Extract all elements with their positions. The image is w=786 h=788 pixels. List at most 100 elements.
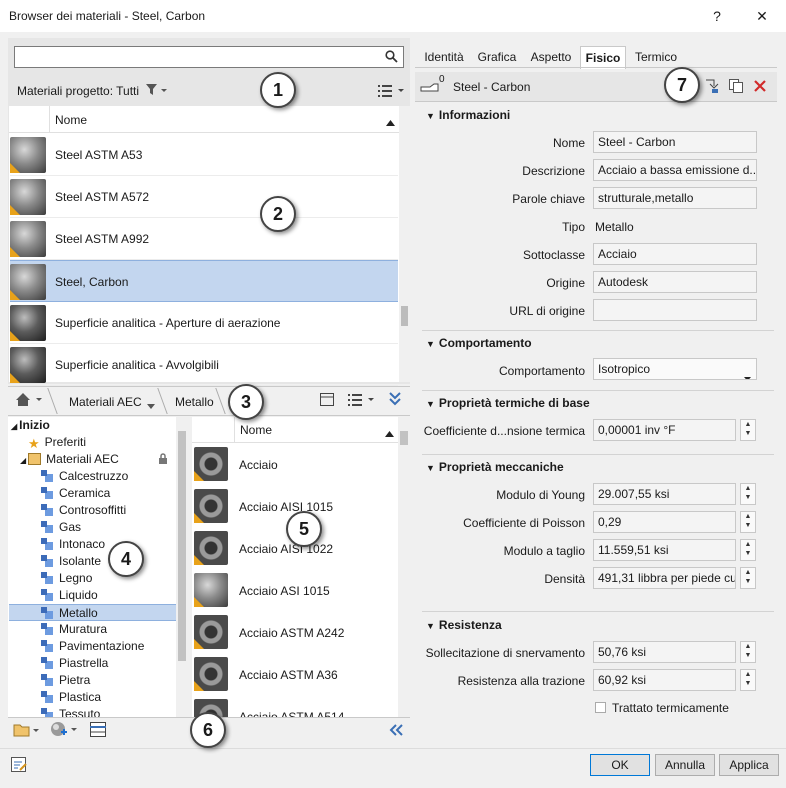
taglio-field[interactable]: 11.559,51 ksi <box>593 539 736 561</box>
chevron-down-icon[interactable] <box>147 398 155 412</box>
sort-asc-icon[interactable] <box>386 115 395 129</box>
sottoclasse-field[interactable]: Acciaio <box>593 243 757 265</box>
tree-item-liquido[interactable]: Liquido <box>41 587 98 604</box>
tree-item-piastrella[interactable]: Piastrella <box>41 655 108 672</box>
list-item[interactable]: Acciaio <box>192 444 398 486</box>
chevron-down-icon[interactable] <box>744 367 751 379</box>
tree-item-pietra[interactable]: Pietra <box>41 672 90 689</box>
collapse-triangle-icon[interactable]: ▼ <box>426 399 435 409</box>
tree-item-pavimentazione[interactable]: Pavimentazione <box>41 638 144 655</box>
applica-button[interactable]: Applica <box>719 754 779 776</box>
project-filter-label[interactable]: Materiali progetto: Tutti <box>17 84 139 98</box>
breadcrumb-materiali-aec[interactable]: Materiali AEC <box>69 395 142 409</box>
breadcrumb-metallo[interactable]: Metallo <box>175 395 214 409</box>
ok-button[interactable]: OK <box>590 754 650 776</box>
spinner[interactable]: ▲ ▼ <box>740 539 756 561</box>
trazione-field[interactable]: 60,92 ksi <box>593 669 736 691</box>
panel-toggle-icon[interactable] <box>320 393 334 409</box>
help-button[interactable]: ? <box>703 4 731 28</box>
spinner[interactable]: ▲ ▼ <box>740 419 756 441</box>
replace-asset-icon[interactable] <box>704 78 720 97</box>
delete-asset-icon[interactable] <box>753 79 767 96</box>
annulla-button[interactable]: Annulla <box>655 754 715 776</box>
spinner[interactable]: ▲ ▼ <box>740 483 756 505</box>
section-termiche[interactable]: ▼ Proprietà termiche di base <box>426 396 590 410</box>
scrollbar-thumb[interactable] <box>401 306 408 326</box>
origine-field[interactable]: Autodesk <box>593 271 757 293</box>
scrollbar-thumb[interactable] <box>178 431 186 661</box>
table-row[interactable]: Steel ASTM A53 <box>10 134 398 176</box>
collapse-down-icon[interactable] <box>389 392 401 409</box>
tree-scrollbar[interactable] <box>176 417 188 717</box>
table-row[interactable]: Steel, Carbon <box>10 260 398 302</box>
collapse-triangle-icon[interactable]: ▼ <box>426 463 435 473</box>
tree-item-muratura[interactable]: Muratura <box>41 621 107 638</box>
collapse-triangle-icon[interactable]: ▼ <box>426 621 435 631</box>
library-list-scrollbar[interactable] <box>398 417 410 717</box>
tree-item-intonaco[interactable]: Intonaco <box>41 536 105 553</box>
tree-item-legno[interactable]: Legno <box>41 570 92 587</box>
trattato-checkbox[interactable] <box>595 702 606 713</box>
densita-field[interactable]: 491,31 libbra per piede cubi <box>593 567 736 589</box>
tree-item-metallo[interactable]: Metallo <box>9 604 176 621</box>
comportamento-select[interactable]: Isotropico <box>593 358 757 380</box>
list-item[interactable]: Acciaio ASI 1015 <box>192 570 398 612</box>
table-row[interactable]: Steel ASTM A572 <box>10 176 398 218</box>
spinner[interactable]: ▲ ▼ <box>740 567 756 589</box>
close-button[interactable]: ✕ <box>748 4 776 28</box>
tree-item-gas[interactable]: Gas <box>41 519 81 536</box>
tree-favorites[interactable]: ★ Preferiti <box>28 434 86 451</box>
column-name-header[interactable]: Nome <box>55 113 87 127</box>
tab-identità[interactable]: Identità <box>418 46 470 68</box>
library-manage-icon[interactable] <box>13 722 43 741</box>
collapse-left-icon[interactable] <box>389 724 403 739</box>
list-item[interactable]: Acciaio ASTM A36 <box>192 654 398 696</box>
search-box[interactable] <box>14 46 404 68</box>
scrollbar-thumb[interactable] <box>400 431 408 445</box>
coeff-dilatazione-field[interactable]: 0,00001 inv °F <box>593 419 736 441</box>
tree-item-calcestruzzo[interactable]: Calcestruzzo <box>41 468 128 485</box>
project-list-scrollbar[interactable] <box>399 106 410 382</box>
section-meccaniche[interactable]: ▼ Proprietà meccaniche <box>426 460 564 474</box>
table-row[interactable]: Steel ASTM A992 <box>10 218 398 260</box>
parole-chiave-field[interactable]: strutturale,metallo <box>593 187 757 209</box>
tree-library[interactable]: ◢ Materiali AEC <box>20 451 119 468</box>
column-name-header[interactable]: Nome <box>240 423 272 437</box>
tab-termico[interactable]: Termico <box>628 46 684 68</box>
table-row[interactable]: Superficie analitica - Avvolgibili <box>10 344 398 386</box>
report-icon[interactable] <box>10 756 28 777</box>
duplicate-asset-icon[interactable] <box>728 78 744 97</box>
tab-grafica[interactable]: Grafica <box>472 46 522 68</box>
sort-asc-icon[interactable] <box>385 426 394 440</box>
expand-triangle-icon[interactable]: ◢ <box>20 456 26 465</box>
poisson-field[interactable]: 0,29 <box>593 511 736 533</box>
list-item[interactable]: Acciaio ASTM A242 <box>192 612 398 654</box>
list-view-icon[interactable] <box>348 393 376 410</box>
snervamento-field[interactable]: 50,76 ksi <box>593 641 736 663</box>
filter-icon[interactable] <box>146 84 168 99</box>
search-icon[interactable] <box>385 50 398 66</box>
expand-triangle-icon[interactable]: ◢ <box>11 422 17 431</box>
list-item[interactable]: Acciaio ASTM A514 <box>192 696 398 717</box>
home-icon[interactable] <box>16 393 50 410</box>
view-options-icon[interactable] <box>378 84 406 101</box>
tree-item-isolante[interactable]: Isolante <box>41 553 101 570</box>
section-resistenza[interactable]: ▼ Resistenza <box>426 618 502 632</box>
search-input[interactable] <box>18 48 378 66</box>
young-field[interactable]: 29.007,55 ksi <box>593 483 736 505</box>
table-row[interactable]: Superficie analitica - Aperture di aeraz… <box>10 302 398 344</box>
section-informazioni[interactable]: ▼ Informazioni <box>426 108 510 122</box>
tree-item-ceramica[interactable]: Ceramica <box>41 485 110 502</box>
asset-browser-icon[interactable] <box>90 722 106 740</box>
spinner[interactable]: ▲ ▼ <box>740 641 756 663</box>
spinner[interactable]: ▲ ▼ <box>740 511 756 533</box>
nome-field[interactable]: Steel - Carbon <box>593 131 757 153</box>
descrizione-field[interactable]: Acciaio a bassa emissione d... <box>593 159 757 181</box>
collapse-triangle-icon[interactable]: ▼ <box>426 339 435 349</box>
url-origine-field[interactable] <box>593 299 757 321</box>
tree-item-plastica[interactable]: Plastica <box>41 689 101 706</box>
tab-aspetto[interactable]: Aspetto <box>525 46 577 68</box>
spinner[interactable]: ▲ ▼ <box>740 669 756 691</box>
section-comportamento[interactable]: ▼ Comportamento <box>426 336 532 350</box>
tab-fisico[interactable]: Fisico <box>580 46 626 69</box>
